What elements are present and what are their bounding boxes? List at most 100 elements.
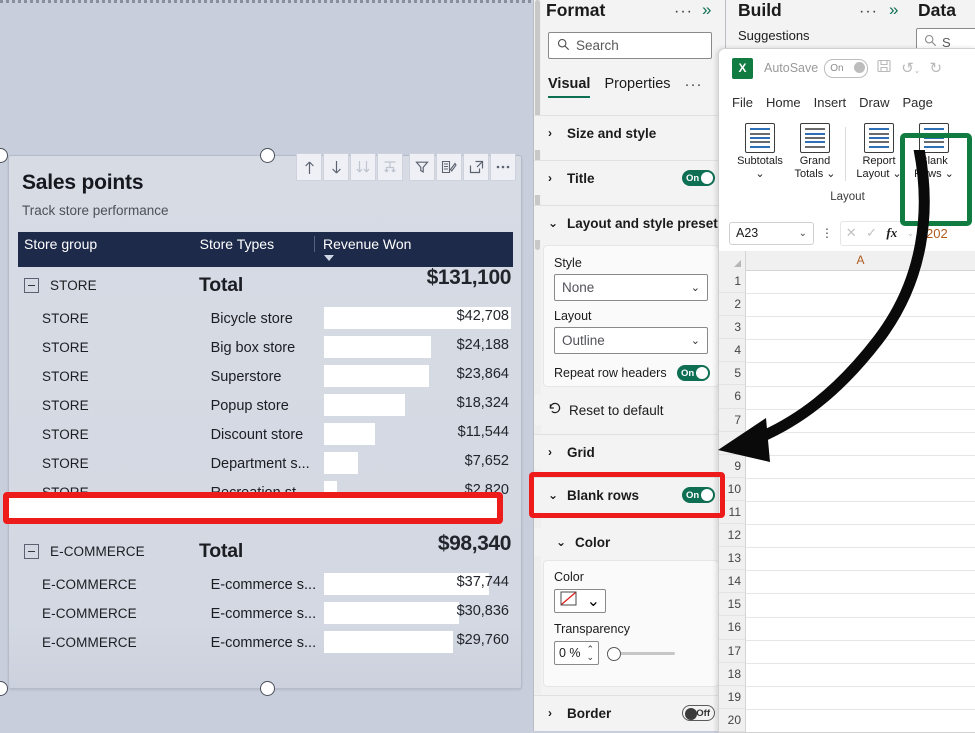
menu-home[interactable]: Home	[766, 95, 801, 110]
redo-icon[interactable]: ↻	[930, 59, 943, 77]
build-pane-collapse-icon[interactable]: »	[889, 0, 898, 20]
row-header[interactable]: 19	[719, 686, 745, 709]
section-title[interactable]: › Title On	[534, 160, 726, 195]
ribbon-grand-totals-button[interactable]: Grand Totals ⌄	[790, 123, 840, 180]
stepper-icon[interactable]: ⌃⌄	[586, 645, 594, 661]
menu-page-layout[interactable]: Page	[903, 95, 933, 110]
name-box[interactable]: A23 ⌄	[729, 222, 814, 245]
ribbon-grand-totals-label2[interactable]: Totals ⌄	[790, 168, 840, 181]
row-header[interactable]: 15	[719, 593, 745, 616]
style-select[interactable]: None ⌄	[554, 274, 708, 301]
blank-rows-toggle[interactable]: On	[682, 487, 715, 503]
filter-icon[interactable]	[409, 153, 435, 181]
row-header[interactable]: 17	[719, 640, 745, 663]
title-toggle[interactable]: On	[682, 170, 715, 186]
selection-handle-bottom-middle[interactable]	[260, 681, 275, 696]
row-header[interactable]: 11	[719, 501, 745, 524]
table-row[interactable]: STOREPopup store$18,324	[18, 391, 513, 420]
format-pane-tabs[interactable]: Visual Properties ···	[548, 76, 703, 98]
row-header[interactable]: 4	[719, 339, 745, 362]
menu-insert[interactable]: Insert	[814, 95, 847, 110]
table-row[interactable]: STOREDiscount store$11,544	[18, 420, 513, 449]
reset-to-default-button[interactable]: Reset to default	[534, 395, 726, 425]
ribbon-subtotals-button[interactable]: Subtotals ⌄	[735, 123, 785, 180]
excel-grid[interactable]: A 1234567891011121314151617181920	[719, 251, 975, 732]
powerbi-report-canvas[interactable]: Sales points Track store performance Sto…	[0, 0, 533, 731]
visual-header-toolbar[interactable]	[296, 153, 526, 181]
row-header[interactable]: 2	[719, 293, 745, 316]
row-header[interactable]: 13	[719, 547, 745, 570]
row-header[interactable]: 20	[719, 709, 745, 732]
selection-handle-top-left[interactable]	[0, 148, 8, 163]
format-pane-more-icon[interactable]: ···	[674, 3, 693, 21]
row-header[interactable]: 18	[719, 663, 745, 686]
section-grid[interactable]: › Grid	[534, 434, 726, 469]
save-icon[interactable]	[877, 59, 892, 78]
collapse-expander-icon[interactable]	[24, 278, 39, 293]
undo-icon[interactable]: ↺⌄	[901, 59, 920, 77]
table-row[interactable]: E-COMMERCEE-commerce s...$30,836	[18, 599, 513, 628]
column-header-store-types[interactable]: Store Types	[194, 236, 314, 252]
ribbon-report-layout-label2[interactable]: Layout ⌄	[854, 168, 904, 181]
row-header[interactable]: 12	[719, 524, 745, 547]
row-header[interactable]: 8	[719, 432, 745, 455]
row-header[interactable]: 7	[719, 409, 745, 432]
repeat-row-headers-toggle[interactable]: On	[677, 365, 710, 381]
collapse-expander-icon[interactable]	[24, 544, 39, 559]
focus-mode-icon[interactable]	[463, 153, 489, 181]
sort-ascending-icon[interactable]	[296, 153, 322, 181]
selection-handle-top-middle[interactable]	[260, 148, 275, 163]
row-header[interactable]: 6	[719, 385, 745, 408]
row-header[interactable]: 9	[719, 455, 745, 478]
format-pane-collapse-icon[interactable]: »	[702, 0, 711, 20]
section-blank-rows[interactable]: ⌄ Blank rows On	[534, 477, 726, 512]
selection-handle-bottom-left[interactable]	[0, 681, 8, 696]
row-header[interactable]: 14	[719, 570, 745, 593]
excel-menu-bar[interactable]: File Home Insert Draw Page	[719, 89, 975, 115]
more-options-icon[interactable]	[490, 153, 516, 181]
column-header-store-group[interactable]: Store group	[18, 236, 194, 252]
excel-row-header-column[interactable]: 1234567891011121314151617181920	[719, 270, 746, 732]
section-size-and-style[interactable]: › Size and style	[534, 115, 726, 150]
layout-select[interactable]: Outline ⌄	[554, 327, 708, 354]
row-header[interactable]: 16	[719, 616, 745, 639]
confirm-icon[interactable]: ✓	[866, 225, 877, 241]
table-row[interactable]: STOREDepartment s...$7,652	[18, 449, 513, 478]
select-all-corner[interactable]	[719, 251, 746, 270]
chevron-down-icon[interactable]: ⌄	[799, 228, 807, 239]
format-pane[interactable]: Format ··· » Search Visual Properties ··…	[533, 0, 726, 731]
menu-file[interactable]: File	[732, 95, 753, 110]
table-row[interactable]: STOREBicycle store$42,708	[18, 304, 513, 333]
column-header-a[interactable]: A	[745, 251, 975, 270]
matrix-table[interactable]: Store group Store Types Revenue Won STOR…	[18, 232, 513, 657]
formula-bar-more-icon[interactable]: ⋮	[821, 229, 833, 237]
sort-descending-icon[interactable]	[323, 153, 349, 181]
row-header[interactable]: 3	[719, 316, 745, 339]
chevron-down-icon[interactable]: ⌄	[735, 168, 785, 181]
format-search-input[interactable]: Search	[548, 32, 712, 59]
slider-thumb[interactable]	[607, 647, 621, 661]
border-toggle[interactable]: Off	[682, 705, 715, 721]
menu-draw[interactable]: Draw	[859, 95, 889, 110]
excel-cell-area[interactable]	[746, 270, 975, 732]
column-header-revenue-won[interactable]: Revenue Won	[314, 236, 513, 252]
subsection-color[interactable]: ⌄ Color	[534, 528, 726, 556]
expand-all-icon[interactable]	[377, 153, 403, 181]
table-row[interactable]: E-COMMERCETotal$98,340	[18, 533, 513, 570]
section-border[interactable]: › Border Off	[534, 695, 726, 730]
color-picker[interactable]: ⌄	[554, 589, 606, 613]
tab-properties[interactable]: Properties	[604, 76, 670, 96]
chevron-down-icon[interactable]: ⌄	[907, 228, 915, 239]
row-header[interactable]: 1	[719, 270, 745, 293]
transparency-slider[interactable]	[607, 646, 675, 660]
fx-icon[interactable]: fx	[886, 225, 897, 241]
table-row[interactable]: E-COMMERCEE-commerce s...$37,744	[18, 570, 513, 599]
tab-visual[interactable]: Visual	[548, 76, 590, 98]
autosave-toggle[interactable]: On	[824, 59, 868, 78]
table-row[interactable]: E-COMMERCEE-commerce s...$29,760	[18, 628, 513, 657]
table-row[interactable]: STOREBig box store$24,188	[18, 333, 513, 362]
table-row[interactable]: STORETotal$131,100	[18, 267, 513, 304]
row-header[interactable]: 5	[719, 362, 745, 385]
table-row[interactable]: STORESuperstore$23,864	[18, 362, 513, 391]
section-layout-and-style-presets[interactable]: ⌄ Layout and style presets	[534, 205, 726, 240]
